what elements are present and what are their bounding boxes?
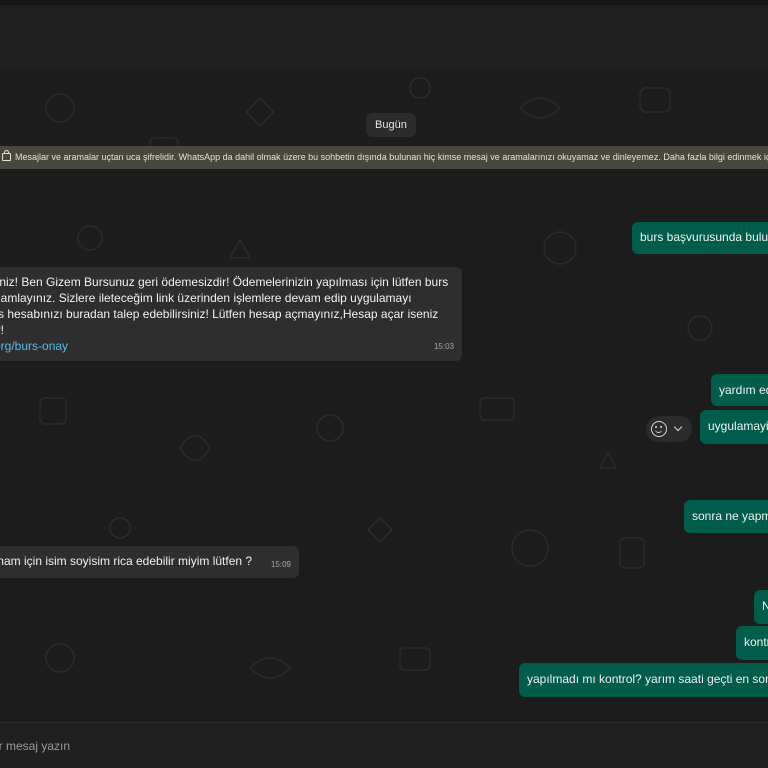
chevron-down-icon[interactable] bbox=[673, 422, 683, 432]
message-line: liniz! Ben Gizem Bursunuz geri ödemesizd… bbox=[0, 275, 449, 289]
message-link[interactable]: org/burs-onay bbox=[0, 338, 462, 354]
date-chip: Bugün bbox=[366, 113, 416, 137]
outgoing-message[interactable]: kontr bbox=[736, 626, 768, 660]
reaction-button[interactable] bbox=[646, 416, 692, 442]
outgoing-message[interactable]: uygulamayi bbox=[700, 410, 768, 444]
encryption-banner[interactable]: Mesajlar ve aramalar uçtan uca şifrelidi… bbox=[0, 146, 768, 169]
whatsapp-window: Bugün Mesajlar ve aramalar uçtan uca şif… bbox=[0, 0, 768, 768]
outgoing-message[interactable]: sonra ne yapm bbox=[684, 500, 768, 533]
incoming-message[interactable]: liniz! Ben Gizem Bursunuz geri ödemesizd… bbox=[0, 267, 462, 361]
encryption-notice-text: Mesajlar ve aramalar uçtan uca şifrelidi… bbox=[15, 152, 768, 162]
smiley-icon[interactable] bbox=[651, 421, 667, 437]
message-text: mam için isim soyisim rica edebilir miyi… bbox=[0, 554, 253, 568]
incoming-message[interactable]: mam için isim soyisim rica edebilir miyi… bbox=[0, 546, 299, 578]
chat-header bbox=[0, 5, 768, 69]
outgoing-message[interactable]: yardım ed bbox=[711, 374, 768, 406]
message-line: namlayınız. Sizlere ileteceğim link üzer… bbox=[0, 291, 412, 305]
message-line: rs hesabınızı buradan talep edebilirsini… bbox=[0, 307, 439, 321]
lock-icon bbox=[2, 150, 11, 161]
compose-bar bbox=[0, 722, 768, 768]
message-input[interactable] bbox=[0, 733, 750, 759]
outgoing-message[interactable]: yapılmadı mı kontrol? yarım saati geçti … bbox=[519, 663, 768, 697]
outgoing-message[interactable]: burs başvurusunda bulun bbox=[632, 222, 768, 254]
outgoing-message[interactable]: N bbox=[754, 590, 768, 624]
message-line: ir! bbox=[0, 323, 4, 337]
message-time: 15:09 bbox=[270, 560, 291, 569]
message-time: 15:03 bbox=[433, 342, 454, 351]
chat-area[interactable]: Bugün Mesajlar ve aramalar uçtan uca şif… bbox=[0, 68, 768, 722]
